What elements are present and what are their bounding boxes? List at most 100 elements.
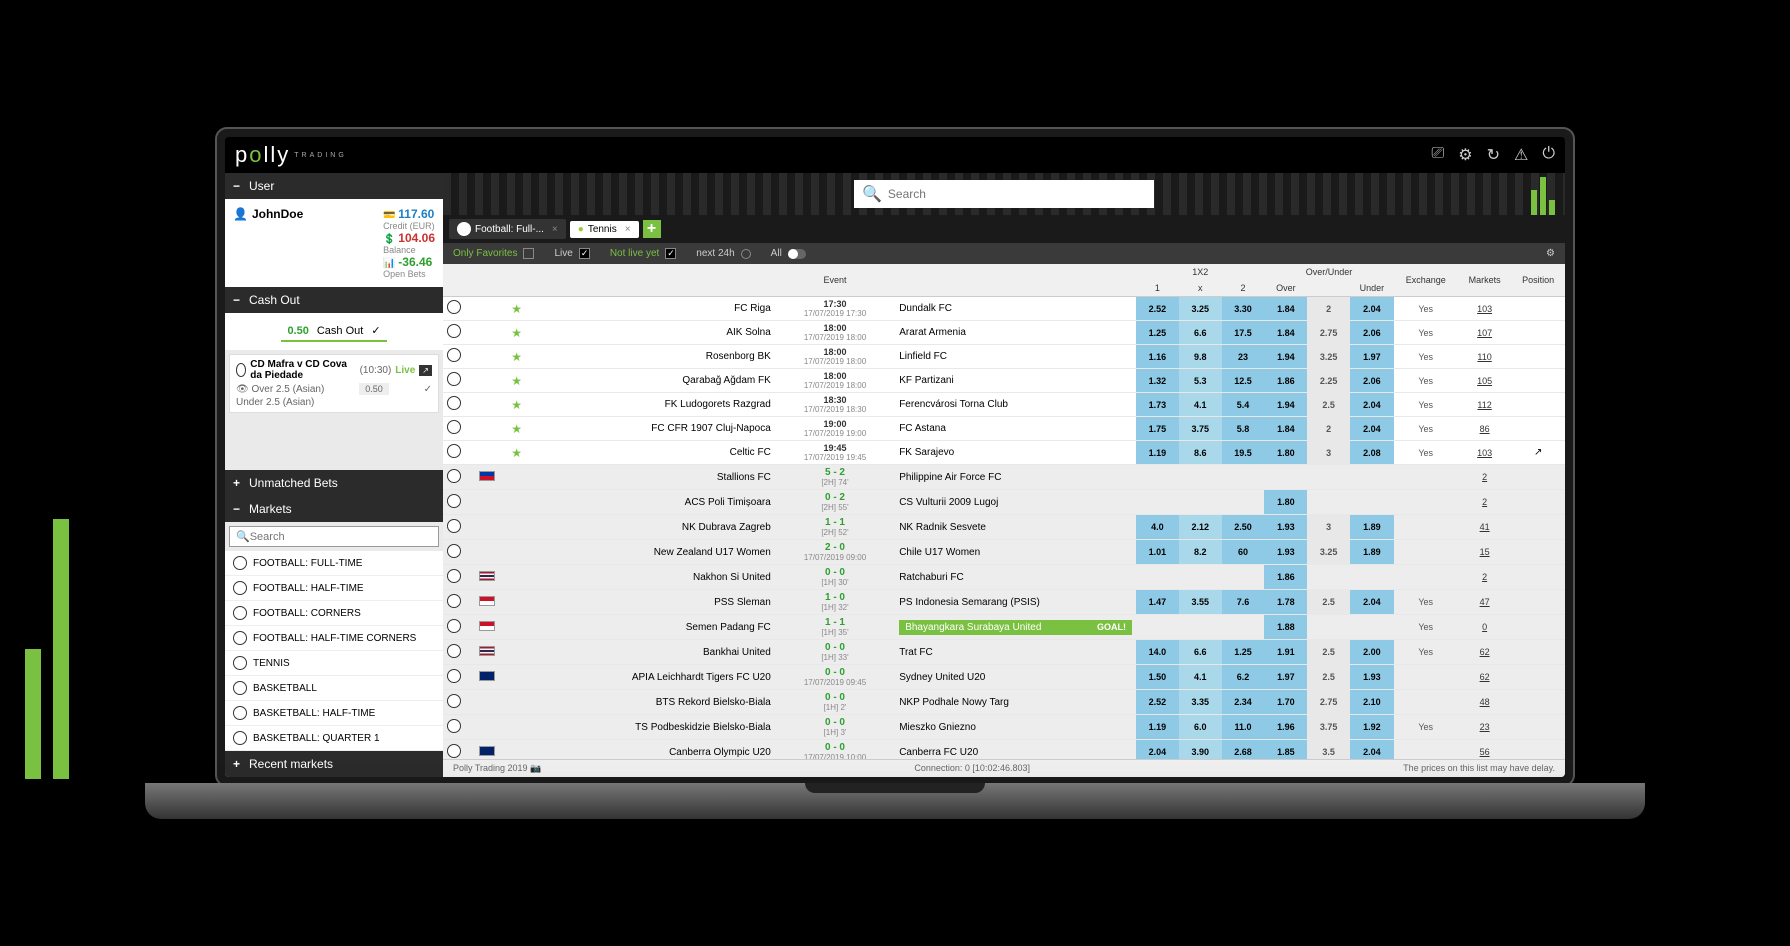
odds-over[interactable]: 1.84 bbox=[1264, 321, 1307, 345]
position-cell[interactable] bbox=[1511, 465, 1565, 490]
odds-line[interactable]: 2.5 bbox=[1307, 665, 1350, 690]
odds-2[interactable]: 23 bbox=[1222, 345, 1265, 369]
odds-over[interactable]: 1.86 bbox=[1264, 369, 1307, 393]
odds-1[interactable]: 1.16 bbox=[1136, 345, 1179, 369]
markets-link[interactable]: 62 bbox=[1458, 665, 1512, 690]
markets-link[interactable]: 86 bbox=[1458, 417, 1512, 441]
odds-1[interactable]: 1.19 bbox=[1136, 715, 1179, 740]
event-row[interactable]: PSS Sleman1 - 0[1H] 32'PS Indonesia Sema… bbox=[443, 590, 1565, 615]
odds-1[interactable]: 2.04 bbox=[1136, 740, 1179, 760]
position-cell[interactable] bbox=[1511, 740, 1565, 760]
position-cell[interactable] bbox=[1511, 715, 1565, 740]
odds-x[interactable]: 8.6 bbox=[1179, 441, 1222, 465]
odds-under[interactable]: 2.00 bbox=[1350, 640, 1394, 665]
filter-notlive[interactable]: Not live yet bbox=[610, 248, 676, 259]
markets-link[interactable]: 0 bbox=[1458, 615, 1512, 640]
position-cell[interactable] bbox=[1511, 321, 1565, 345]
odds-line[interactable]: 2.25 bbox=[1307, 369, 1350, 393]
position-cell[interactable] bbox=[1511, 540, 1565, 565]
markets-link[interactable]: 107 bbox=[1458, 321, 1512, 345]
odds-under[interactable]: 2.04 bbox=[1350, 393, 1394, 417]
odds-1[interactable]: 1.32 bbox=[1136, 369, 1179, 393]
odds-under[interactable]: 2.10 bbox=[1350, 690, 1394, 715]
odds-x[interactable]: 2.12 bbox=[1179, 515, 1222, 540]
odds-over[interactable]: 1.91 bbox=[1264, 640, 1307, 665]
odds-x[interactable]: 3.55 bbox=[1179, 590, 1222, 615]
event-row[interactable]: ★FC CFR 1907 Cluj-Napoca19:0017/07/2019 … bbox=[443, 417, 1565, 441]
odds-line[interactable]: 3.5 bbox=[1307, 740, 1350, 760]
odds-under[interactable]: 2.06 bbox=[1350, 321, 1394, 345]
markets-link[interactable]: 110 bbox=[1458, 345, 1512, 369]
main-search-input[interactable] bbox=[888, 187, 1146, 201]
position-cell[interactable] bbox=[1511, 393, 1565, 417]
event-row[interactable]: Semen Padang FC1 - 1[1H] 35'Bhayangkara … bbox=[443, 615, 1565, 640]
odds-x[interactable]: 4.1 bbox=[1179, 665, 1222, 690]
market-item[interactable]: FOOTBALL: FULL-TIME bbox=[225, 551, 443, 576]
markets-search-input[interactable] bbox=[250, 531, 432, 543]
odds-line[interactable]: 3 bbox=[1307, 441, 1350, 465]
event-row[interactable]: ★Rosenborg BK18:0017/07/2019 18:00Linfie… bbox=[443, 345, 1565, 369]
markets-link[interactable]: 23 bbox=[1458, 715, 1512, 740]
odds-2[interactable]: 60 bbox=[1222, 540, 1265, 565]
markets-link[interactable]: 62 bbox=[1458, 640, 1512, 665]
odds-over[interactable]: 1.84 bbox=[1264, 417, 1307, 441]
odds-2[interactable]: 12.5 bbox=[1222, 369, 1265, 393]
odds-over[interactable]: 1.78 bbox=[1264, 590, 1307, 615]
odds-over[interactable]: 1.96 bbox=[1264, 715, 1307, 740]
position-cell[interactable] bbox=[1511, 490, 1565, 515]
odds-2[interactable]: 2.34 bbox=[1222, 690, 1265, 715]
position-cell[interactable] bbox=[1511, 345, 1565, 369]
camera-icon[interactable]: 📷 bbox=[530, 763, 541, 773]
odds-x[interactable]: 6.6 bbox=[1179, 321, 1222, 345]
monitor-icon[interactable]: ⎚ bbox=[1431, 145, 1444, 165]
odds-under[interactable]: 1.92 bbox=[1350, 715, 1394, 740]
markets-section-header[interactable]: −Markets bbox=[225, 496, 443, 522]
event-row[interactable]: ★Qarabağ Ağdam FK18:0017/07/2019 18:00KF… bbox=[443, 369, 1565, 393]
odds-over[interactable]: 1.94 bbox=[1264, 393, 1307, 417]
unmatched-section-header[interactable]: +Unmatched Bets bbox=[225, 470, 443, 496]
position-cell[interactable]: ↗ bbox=[1511, 441, 1565, 465]
cashout-button[interactable]: 0.50 Cash Out ✓ bbox=[281, 321, 386, 342]
odds-1[interactable]: 14.0 bbox=[1136, 640, 1179, 665]
odds-1[interactable]: 1.73 bbox=[1136, 393, 1179, 417]
odds-under[interactable]: 1.93 bbox=[1350, 665, 1394, 690]
tab-tennis[interactable]: ●Tennis× bbox=[570, 221, 639, 238]
odds-x[interactable]: 5.3 bbox=[1179, 369, 1222, 393]
position-cell[interactable] bbox=[1511, 615, 1565, 640]
odds-over[interactable]: 1.84 bbox=[1264, 297, 1307, 321]
odds-line[interactable]: 3.75 bbox=[1307, 715, 1350, 740]
recent-section-header[interactable]: +Recent markets bbox=[225, 751, 443, 777]
odds-2[interactable] bbox=[1222, 615, 1265, 640]
odds-over[interactable]: 1.93 bbox=[1264, 540, 1307, 565]
markets-link[interactable]: 15 bbox=[1458, 540, 1512, 565]
position-cell[interactable] bbox=[1511, 369, 1565, 393]
event-row[interactable]: ★FK Ludogorets Razgrad18:3017/07/2019 18… bbox=[443, 393, 1565, 417]
odds-1[interactable]: 1.01 bbox=[1136, 540, 1179, 565]
odds-x[interactable]: 3.90 bbox=[1179, 740, 1222, 760]
close-icon[interactable]: × bbox=[625, 224, 631, 235]
odds-2[interactable] bbox=[1222, 465, 1265, 490]
star-icon[interactable]: ★ bbox=[511, 446, 522, 460]
odds-under[interactable] bbox=[1350, 490, 1394, 515]
markets-search[interactable]: 🔍 bbox=[229, 526, 439, 547]
odds-1[interactable]: 1.47 bbox=[1136, 590, 1179, 615]
markets-link[interactable]: 2 bbox=[1458, 565, 1512, 590]
odds-over[interactable]: 1.80 bbox=[1264, 490, 1307, 515]
event-row[interactable]: New Zealand U17 Women2 - 017/07/2019 09:… bbox=[443, 540, 1565, 565]
odds-under[interactable]: 2.04 bbox=[1350, 297, 1394, 321]
market-item[interactable]: BASKETBALL: QUARTER 1 bbox=[225, 726, 443, 751]
odds-1[interactable]: 2.52 bbox=[1136, 690, 1179, 715]
markets-link[interactable]: 2 bbox=[1458, 465, 1512, 490]
star-icon[interactable]: ★ bbox=[511, 302, 522, 316]
odds-x[interactable] bbox=[1179, 565, 1222, 590]
star-icon[interactable]: ★ bbox=[511, 422, 522, 436]
history-icon[interactable]: ↻ bbox=[1487, 145, 1500, 165]
event-row[interactable]: Nakhon Si United0 - 0[1H] 30'Ratchaburi … bbox=[443, 565, 1565, 590]
odds-under[interactable]: 2.04 bbox=[1350, 740, 1394, 760]
market-item[interactable]: BASKETBALL: HALF-TIME bbox=[225, 701, 443, 726]
event-row[interactable]: APIA Leichhardt Tigers FC U200 - 017/07/… bbox=[443, 665, 1565, 690]
odds-line[interactable]: 2.75 bbox=[1307, 321, 1350, 345]
markets-link[interactable]: 2 bbox=[1458, 490, 1512, 515]
bet-card[interactable]: CD Mafra v CD Cova da Piedade (10:30) Li… bbox=[229, 354, 439, 413]
odds-line[interactable] bbox=[1307, 615, 1350, 640]
